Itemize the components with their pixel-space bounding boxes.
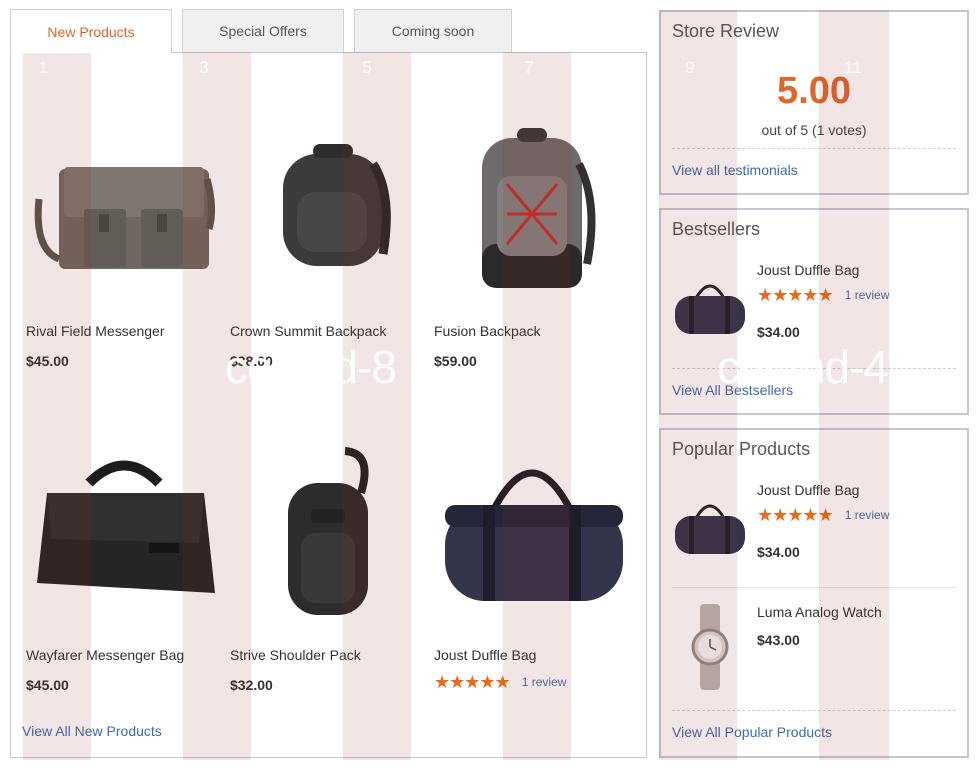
product-name[interactable]: Luma Analog Watch [757,604,882,620]
list-item[interactable]: Joust Duffle Bag ★★★★★ 1 review $34.00 [672,262,956,352]
block-title: Bestsellers [672,219,761,239]
tab-special-offers[interactable]: Special Offers [182,9,344,52]
product-price: $59.00 [434,353,477,369]
divider [672,368,956,369]
watch-thumbnail[interactable] [672,602,748,692]
view-all-testimonials-link[interactable]: View all testimonials [672,162,798,178]
reviews-link[interactable]: 1 review [522,675,567,689]
divider [672,148,956,149]
divider [672,587,956,588]
tab-new-products[interactable]: New Products [10,9,172,53]
block-title: Popular Products [672,439,811,459]
product-name[interactable]: Fusion Backpack [434,323,541,339]
product-name[interactable]: Wayfarer Messenger Bag [26,647,184,663]
reviews-link[interactable]: 1 review [845,288,890,302]
divider [672,710,956,711]
rating-stars: ★★★★★ [757,285,834,305]
product-price: $45.00 [26,677,69,693]
duffle-bag-thumbnail[interactable] [672,482,748,572]
product-name[interactable]: Crown Summit Backpack [230,323,386,339]
rating-stars: ★★★★★ [434,672,511,692]
product-price: $34.00 [757,544,800,560]
view-all-new-products-link[interactable]: View All New Products [22,723,162,739]
shoulder-pack-image[interactable] [230,433,425,633]
product-name[interactable]: Joust Duffle Bag [757,262,859,278]
list-item[interactable]: Luma Analog Watch $43.00 [672,602,956,692]
duffle-bag-image[interactable] [434,433,629,633]
view-all-popular-products-link[interactable]: View All Popular Products [672,724,832,740]
product-rating: ★★★★★ 1 review [757,286,889,304]
reviews-link[interactable]: 1 review [845,508,890,522]
messenger-bag-image[interactable] [26,109,221,309]
product-name[interactable]: Strive Shoulder Pack [230,647,361,663]
product-price: $45.00 [26,353,69,369]
messenger-bag-image[interactable] [26,433,221,633]
product-price: $43.00 [757,632,800,648]
new-products-panel: Rival Field Messenger $45.00 Crown Summi… [10,52,647,758]
product-name[interactable]: Joust Duffle Bag [757,482,859,498]
product-price: $38.00 [230,353,273,369]
backpack-image[interactable] [230,109,425,309]
bestsellers-block: Bestsellers Joust Duffle Bag ★★★★★ 1 rev… [659,208,969,415]
rating-stars: ★★★★★ [757,505,834,525]
product-name[interactable]: Joust Duffle Bag [434,647,536,663]
duffle-bag-thumbnail[interactable] [672,262,748,352]
popular-products-block: Popular Products Joust Duffle Bag ★★★★★ … [659,428,969,758]
backpack-image[interactable] [434,109,629,309]
list-item[interactable]: Joust Duffle Bag ★★★★★ 1 review $34.00 [672,482,956,572]
review-score: 5.00 [777,70,851,112]
review-out-of: out of 5 (1 votes) [761,122,867,138]
product-rating: ★★★★★ 1 review [757,506,889,524]
product-price: $32.00 [230,677,273,693]
store-review-block: Store Review 5.00 out of 5 (1 votes) Vie… [659,10,969,195]
product-name[interactable]: Rival Field Messenger [26,323,165,339]
view-all-bestsellers-link[interactable]: View All Bestsellers [672,382,793,398]
product-price: $34.00 [757,324,800,340]
product-rating: ★★★★★ 1 review [434,673,566,691]
block-title: Store Review [672,21,780,41]
tab-coming-soon[interactable]: Coming soon [354,9,512,52]
